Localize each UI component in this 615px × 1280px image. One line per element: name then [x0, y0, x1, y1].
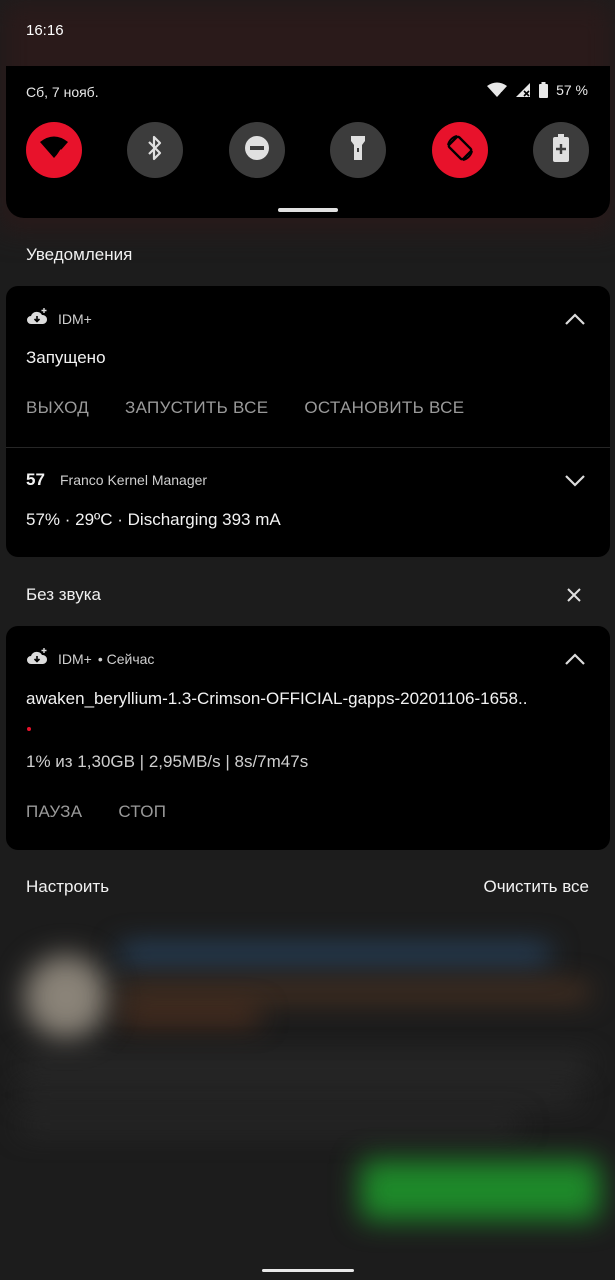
wifi-icon: 4	[487, 82, 508, 98]
background-blur	[20, 1090, 580, 1100]
qs-date[interactable]: Сб, 7 нояб.	[26, 84, 99, 100]
collapse-chevron-icon[interactable]	[564, 652, 586, 666]
download-file-name: awaken_beryllium-1.3-Crimson-OFFICIAL-ga…	[26, 689, 528, 708]
bluetooth-icon	[145, 135, 165, 166]
notifications-section-label: Уведомления	[26, 245, 133, 264]
notification-title: 57% · 29ºC · Discharging 393 mA	[26, 510, 281, 529]
silent-section-label: Без звука	[26, 585, 101, 604]
start-all-button[interactable]: ЗАПУСТИТЬ ВСЕ	[125, 398, 268, 418]
dnd-tile[interactable]	[229, 122, 285, 178]
notification-app-name: Franco Kernel Manager	[60, 472, 208, 488]
background-blur	[120, 985, 590, 999]
navigation-handle[interactable]	[262, 1269, 354, 1272]
notification-header: IDM+	[26, 308, 92, 329]
collapse-chevron-icon[interactable]	[564, 312, 586, 326]
download-progress-bar	[27, 727, 31, 731]
clear-all-button[interactable]: Очистить все	[483, 877, 589, 897]
battery-icon	[539, 82, 549, 98]
qs-expand-handle[interactable]	[278, 208, 338, 212]
wifi-icon: 4	[39, 135, 69, 166]
notification-actions: ВЫХОД ЗАПУСТИТЬ ВСЕ ОСТАНОВИТЬ ВСЕ	[26, 398, 464, 418]
auto-rotate-tile[interactable]	[432, 122, 488, 178]
notification-time: • Сейчас	[97, 650, 155, 667]
franco-kernel-notification[interactable]: 57 Franco Kernel Manager 57% · 29ºC · Di…	[6, 448, 610, 557]
stop-all-button[interactable]: ОСТАНОВИТЬ ВСЕ	[304, 398, 464, 418]
download-details: 1% из 1,30GB | 2,95MB/s | 8s/7m47s	[26, 752, 309, 771]
battery-level-badge: 57	[26, 470, 45, 489]
status-time: 16:16	[26, 22, 64, 39]
notification-header: 57 Franco Kernel Manager	[26, 470, 207, 490]
battery-percent: 57 %	[556, 82, 588, 98]
qs-tiles: 4	[26, 122, 590, 178]
flashlight-icon	[350, 135, 366, 166]
notification-header: IDM+ • Сейчас	[26, 648, 154, 669]
svg-text:4: 4	[499, 92, 503, 98]
background-button	[360, 1160, 600, 1220]
notification-actions: ПАУЗА СТОП	[26, 802, 166, 822]
dnd-icon	[244, 135, 270, 166]
pause-button[interactable]: ПАУЗА	[26, 802, 82, 822]
notification-app-name: IDM+	[58, 650, 92, 667]
flashlight-tile[interactable]	[330, 122, 386, 178]
background-blur	[20, 1060, 590, 1070]
quick-settings-panel[interactable]: Сб, 7 нояб. 4 57 % 4	[6, 66, 610, 218]
qs-status-icons: 4 57 %	[487, 82, 588, 98]
exit-button[interactable]: ВЫХОД	[26, 398, 89, 418]
close-icon[interactable]	[565, 586, 583, 604]
bluetooth-tile[interactable]	[127, 122, 183, 178]
idm-running-notification[interactable]: IDM+ Запущено ВЫХОД ЗАПУСТИТЬ ВСЕ ОСТАНО…	[6, 286, 610, 447]
manage-button[interactable]: Настроить	[26, 877, 109, 897]
notification-group: IDM+ Запущено ВЫХОД ЗАПУСТИТЬ ВСЕ ОСТАНО…	[6, 286, 610, 557]
cloud-download-icon	[26, 648, 48, 669]
svg-text:4: 4	[57, 148, 64, 160]
background-blur	[20, 1120, 520, 1130]
stop-button[interactable]: СТОП	[118, 802, 166, 822]
wifi-tile[interactable]: 4	[26, 122, 82, 178]
cloud-download-icon	[26, 308, 48, 329]
background-blur	[120, 945, 550, 963]
background-avatar	[24, 955, 108, 1039]
idm-download-notification[interactable]: IDM+ • Сейчас awaken_beryllium-1.3-Crims…	[6, 626, 610, 850]
expand-chevron-icon[interactable]	[564, 474, 586, 488]
no-signal-icon	[515, 82, 531, 98]
battery-saver-tile[interactable]	[533, 122, 589, 178]
notification-title: Запущено	[26, 348, 106, 367]
auto-rotate-icon	[445, 133, 475, 168]
background-blur	[120, 1010, 260, 1022]
battery-saver-icon	[553, 133, 569, 167]
notification-app-name: IDM+	[58, 310, 92, 327]
